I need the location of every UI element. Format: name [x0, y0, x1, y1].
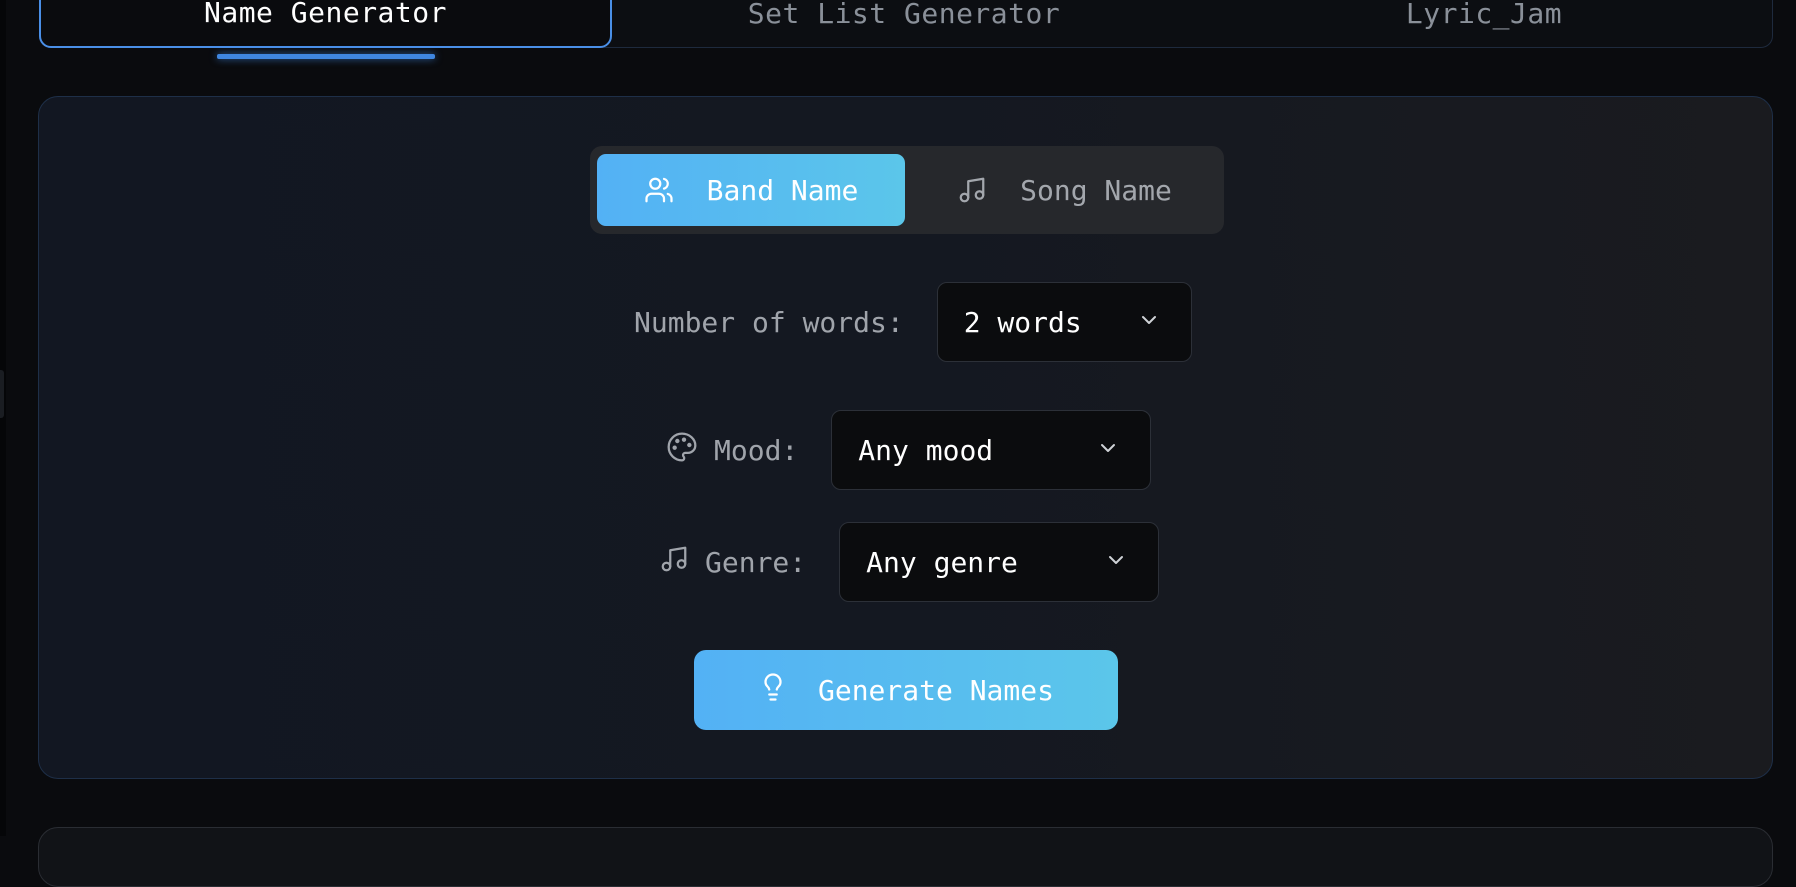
users-icon — [644, 175, 674, 205]
mood-select-value: Any mood — [858, 433, 994, 467]
song-name-label: Song Name — [1020, 173, 1172, 207]
mood-label: Mood: — [714, 433, 799, 467]
words-row: Number of words: 2 words — [634, 282, 1192, 362]
tab-name-generator[interactable]: Name Generator — [39, 0, 612, 48]
panel-resize-handle[interactable] — [0, 370, 4, 418]
chevron-down-icon — [1137, 306, 1161, 339]
music-note-icon — [659, 544, 689, 581]
tab-set-list-generator[interactable]: Set List Generator — [612, 0, 1196, 47]
genre-row: Genre: Any genre — [659, 522, 1160, 602]
words-select-value: 2 words — [963, 305, 1082, 339]
generate-names-button[interactable]: Generate Names — [694, 650, 1118, 730]
band-name-toggle-button[interactable]: Band Name — [597, 154, 905, 226]
mood-select[interactable]: Any mood — [831, 410, 1152, 490]
tab-label: Lyric_Jam — [1405, 0, 1563, 30]
genre-label-group: Genre: — [659, 544, 806, 581]
tab-lyric-jam[interactable]: Lyric_Jam — [1196, 0, 1772, 47]
music-note-icon — [957, 175, 987, 205]
results-card — [38, 827, 1773, 887]
mode-toggle: Band Name Song Name — [590, 146, 1224, 234]
palette-icon — [666, 431, 698, 470]
left-edge — [0, 0, 6, 836]
song-name-toggle-button[interactable]: Song Name — [912, 154, 1217, 226]
words-label: Number of words: — [634, 305, 904, 339]
mood-row: Mood: Any mood — [666, 410, 1152, 490]
genre-label: Genre: — [705, 545, 807, 579]
chevron-down-icon — [1104, 546, 1128, 579]
mood-label-group: Mood: — [666, 431, 798, 470]
active-tab-indicator — [217, 54, 435, 59]
genre-select[interactable]: Any genre — [839, 522, 1160, 602]
chevron-down-icon — [1096, 434, 1120, 467]
words-select[interactable]: 2 words — [936, 282, 1192, 362]
tab-label: Set List Generator — [747, 0, 1061, 30]
tab-label: Name Generator — [203, 0, 447, 29]
lightbulb-icon — [758, 672, 788, 709]
band-name-label: Band Name — [706, 173, 859, 207]
genre-select-value: Any genre — [866, 545, 1018, 579]
generate-names-label: Generate Names — [817, 673, 1054, 707]
tab-bar: Name Generator Set List Generator Lyric_… — [39, 0, 1773, 48]
